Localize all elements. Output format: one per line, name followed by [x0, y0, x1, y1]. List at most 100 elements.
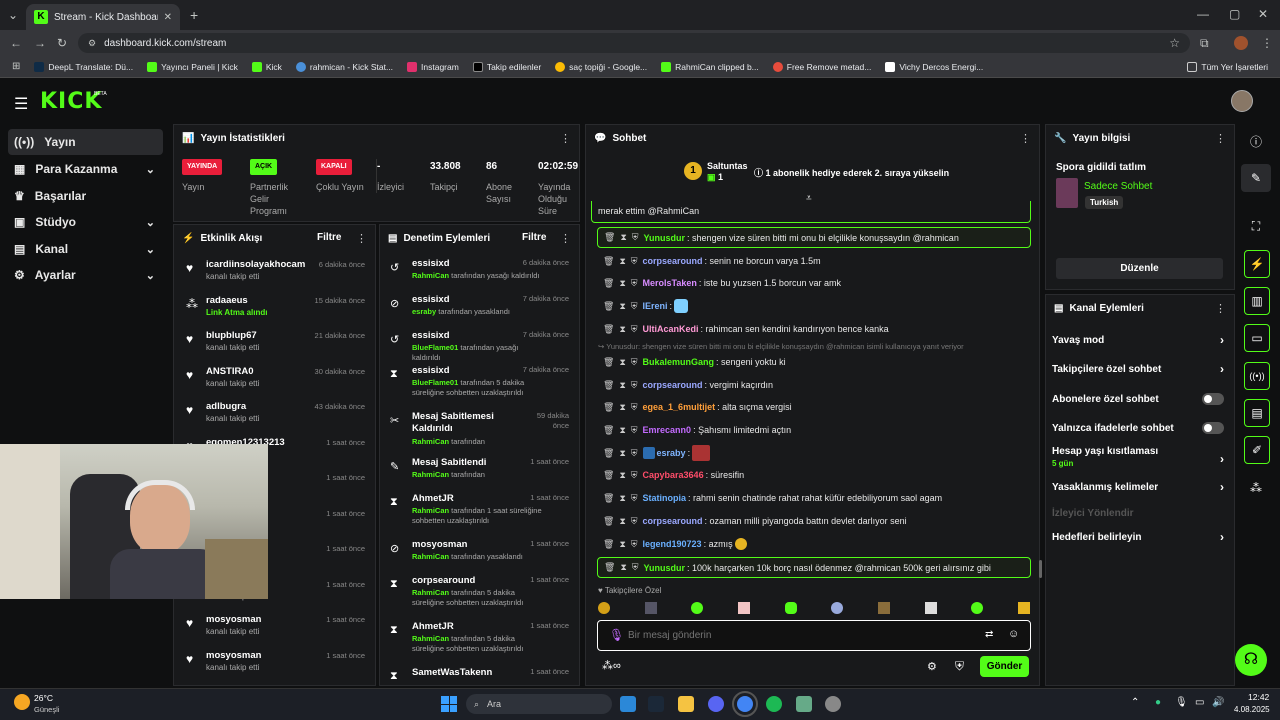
- delete-icon[interactable]: 🗑: [603, 357, 614, 368]
- steam-icon[interactable]: [648, 696, 664, 712]
- hamburger-menu-icon[interactable]: ☰: [14, 94, 28, 114]
- timeout-icon[interactable]: ⧗: [619, 278, 625, 289]
- support-icon[interactable]: ☊: [1235, 644, 1267, 676]
- extensions-icon[interactable]: ⧉: [1200, 36, 1209, 51]
- delete-icon[interactable]: 🗑: [603, 324, 614, 335]
- chat-message[interactable]: 🗑 ⧗ ⛨ Yunusdur: 100k harçarken 10k borç …: [597, 557, 1031, 578]
- timeout-icon[interactable]: ⧗: [619, 516, 625, 527]
- browser-menu-icon[interactable]: ⋮: [1261, 36, 1273, 50]
- shield-icon[interactable]: ⛨: [631, 301, 638, 312]
- more-icon[interactable]: ⋮: [1215, 132, 1226, 145]
- list-item[interactable]: ⧗ AhmetJR RahmiCan tarafından 1 saat sür…: [386, 493, 573, 533]
- banned-words-row[interactable]: Yasaklanmış kelimeler ›: [1052, 480, 1232, 494]
- forward-icon[interactable]: →: [34, 36, 46, 50]
- app-icon[interactable]: [796, 696, 812, 712]
- timeout-icon[interactable]: ⧗: [619, 256, 625, 267]
- list-item[interactable]: ↺ essisixd BlueFlame01 tarafından yasağı…: [386, 330, 573, 370]
- timeout-icon[interactable]: ⧗: [619, 324, 625, 335]
- list-item[interactable]: ⊘ essisixd esraby tarafından yasaklandı …: [386, 294, 573, 334]
- chat-message[interactable]: 🗑 ⧗ ⛨ esraby:: [597, 443, 1031, 463]
- timeout-icon[interactable]: ⧗: [619, 301, 625, 312]
- tray-icon[interactable]: ●: [1155, 697, 1161, 708]
- points-icon[interactable]: ⁂∞: [602, 659, 621, 672]
- delete-icon[interactable]: 🗑: [603, 380, 614, 391]
- sidebar-item-ayarlar[interactable]: ⚙ Ayarlar ⌄: [8, 262, 163, 288]
- chat-scrollbar[interactable]: [1039, 560, 1042, 578]
- more-icon[interactable]: ⋮: [1020, 132, 1031, 145]
- sub-gift-prompt[interactable]: ⓘ 1 abonelik hediye ederek 2. sıraya yük…: [754, 166, 949, 179]
- subs-chat-toggle[interactable]: [1202, 393, 1224, 405]
- account-age-row[interactable]: Hesap yaşı kısıtlaması 5 gün ›: [1052, 446, 1232, 472]
- delete-icon[interactable]: 🗑: [603, 402, 614, 413]
- bookmark-item[interactable]: RahmiCan clipped b...: [661, 61, 759, 72]
- bookmark-item[interactable]: Kick: [251, 61, 282, 72]
- delete-icon[interactable]: 🗑: [603, 301, 614, 312]
- sidebar-item-studyo[interactable]: ▣ Stüdyo ⌄: [8, 209, 163, 235]
- emote-icon[interactable]: [1017, 602, 1030, 614]
- address-bar[interactable]: ⚙ dashboard.kick.com/stream ☆: [78, 33, 1190, 53]
- timeout-icon[interactable]: ⧗: [620, 232, 626, 243]
- profile-avatar[interactable]: [1234, 36, 1248, 50]
- timeout-icon[interactable]: ⧗: [620, 562, 626, 573]
- list-item[interactable]: ⁂ radaaeus Link Atma alındı 15 dakika ön…: [180, 293, 369, 327]
- list-item[interactable]: ⧗ corpsearound RahmiCan tarafından 5 dak…: [386, 575, 573, 615]
- followers-chat-row[interactable]: Takipçilere özel sohbet ›: [1052, 362, 1232, 376]
- chat-message[interactable]: 🗑 ⧗ ⛨ Capybara3646: süresifin: [597, 465, 1031, 485]
- apps-icon[interactable]: ⊞: [12, 61, 20, 72]
- bookmark-item[interactable]: rahmican - Kick Stat...: [295, 61, 393, 72]
- timeout-icon[interactable]: ⧗: [619, 470, 625, 481]
- microphone-icon[interactable]: 🎙: [609, 628, 624, 642]
- more-icon[interactable]: ⋮: [356, 232, 367, 245]
- close-icon[interactable]: ✕: [164, 12, 172, 23]
- chat-icon[interactable]: ▭: [1244, 324, 1270, 352]
- chat-input[interactable]: [628, 626, 958, 644]
- emote-chat-toggle[interactable]: [1202, 422, 1224, 434]
- shield-icon[interactable]: ⛨: [632, 232, 639, 243]
- delete-icon[interactable]: 🗑: [603, 470, 614, 481]
- app-icon[interactable]: [825, 696, 841, 712]
- emoji-icon[interactable]: ☺: [1008, 628, 1019, 640]
- weather-icon[interactable]: [14, 694, 30, 710]
- list-item[interactable]: ↺ essisixd RahmiCan tarafından yasağı ka…: [386, 258, 573, 298]
- list-item[interactable]: ⧗ AhmetJR RahmiCan tarafından 5 dakika s…: [386, 621, 573, 661]
- delete-icon[interactable]: 🗑: [603, 493, 614, 504]
- timeout-icon[interactable]: ⧗: [619, 357, 625, 368]
- list-item[interactable]: ♥ icardiinsolayakhocam kanalı takip etti…: [180, 257, 369, 291]
- bookmark-item[interactable]: Yayıncı Paneli | Kick: [147, 61, 238, 72]
- shield-icon[interactable]: ⛨: [631, 539, 638, 550]
- delete-icon[interactable]: 🗑: [604, 232, 615, 243]
- bookmark-item[interactable]: DeepL Translate: Dü...: [34, 61, 133, 72]
- emote-icon[interactable]: [598, 602, 610, 614]
- emote-icon[interactable]: [691, 602, 704, 614]
- list-item[interactable]: ⊘ mosyosman RahmiCan tarafından yasaklan…: [386, 539, 573, 579]
- list-item[interactable]: ♥ mosyosman kanalı takip etti 1 saat önc…: [180, 648, 369, 682]
- chat-message[interactable]: 🗑 ⧗ ⛨ IEreni:: [597, 296, 1031, 316]
- browser-tab[interactable]: K Stream - Kick Dashboard ✕: [26, 4, 180, 30]
- document-icon[interactable]: ▥: [1244, 287, 1270, 315]
- chat-message[interactable]: 🗑 ⧗ ⛨ legend190723: azmış: [597, 534, 1031, 554]
- emote-icon[interactable]: [644, 602, 657, 614]
- windows-start-icon[interactable]: [441, 696, 457, 712]
- window-close-icon[interactable]: ✕: [1258, 7, 1268, 21]
- gear-icon[interactable]: ⚙: [927, 660, 937, 673]
- wrench-icon[interactable]: ✐: [1244, 436, 1270, 464]
- more-icon[interactable]: ⋮: [560, 132, 571, 145]
- slow-mode-row[interactable]: Yavaş mod ›: [1052, 333, 1232, 347]
- category-link[interactable]: Sadece Sohbet: [1084, 181, 1152, 192]
- discord-icon[interactable]: [708, 696, 724, 712]
- list-item[interactable]: ✂ Mesaj Sabitlemesi Kaldırıldı RahmiCan …: [386, 411, 573, 451]
- timeout-icon[interactable]: ⧗: [619, 425, 625, 436]
- chat-message[interactable]: 🗑 ⧗ ⛨ corpsearound: vergimi kaçırdın: [597, 375, 1031, 395]
- filter-button[interactable]: Filtre: [522, 232, 546, 243]
- microphone-icon[interactable]: 🎙: [1175, 697, 1188, 708]
- sidebar-item-basarilar[interactable]: ♛ Başarılar: [8, 183, 163, 209]
- more-icon[interactable]: ⋮: [1215, 302, 1226, 315]
- emote-icon[interactable]: [971, 602, 984, 614]
- points-icon[interactable]: ⁂: [1241, 474, 1271, 502]
- broadcast-icon[interactable]: ((•)): [1244, 362, 1270, 390]
- shield-icon[interactable]: ⛨: [631, 324, 638, 335]
- bookmark-item[interactable]: Takip edilenler: [472, 61, 541, 72]
- chat-message[interactable]: 🗑 ⧗ ⛨ MerolsTaken: iste bu yuzsen 1.5 bo…: [597, 273, 1031, 293]
- emote-icon[interactable]: [877, 602, 890, 614]
- translate-icon[interactable]: ⇄: [985, 629, 993, 640]
